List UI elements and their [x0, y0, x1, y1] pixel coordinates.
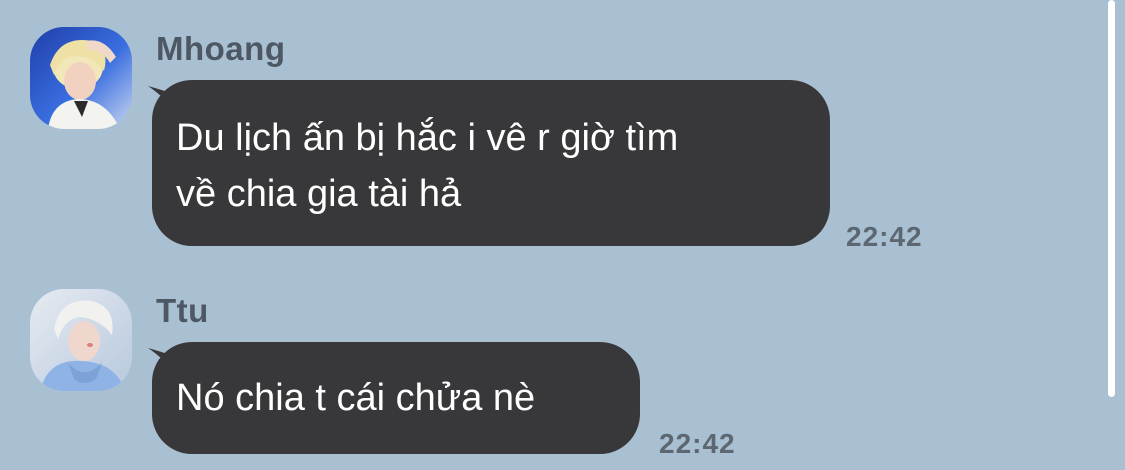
- profile-photo-icon: [30, 289, 132, 391]
- scrollbar[interactable]: [1108, 0, 1115, 397]
- message-text: Nó chia t cái chửa nè: [176, 377, 536, 419]
- message-bubble[interactable]: Nó chia t cái chửa nè: [152, 342, 640, 454]
- message-time: 22:42: [659, 428, 736, 459]
- message-group: Ttu Nó chia t cái chửa nè 22:42: [0, 0, 1100, 470]
- sender-name: Ttu: [156, 292, 209, 329]
- chat-view[interactable]: Mhoang Du lịch ấn bị hắc i vê r giờ tìm …: [0, 0, 1125, 470]
- avatar[interactable]: [30, 289, 132, 391]
